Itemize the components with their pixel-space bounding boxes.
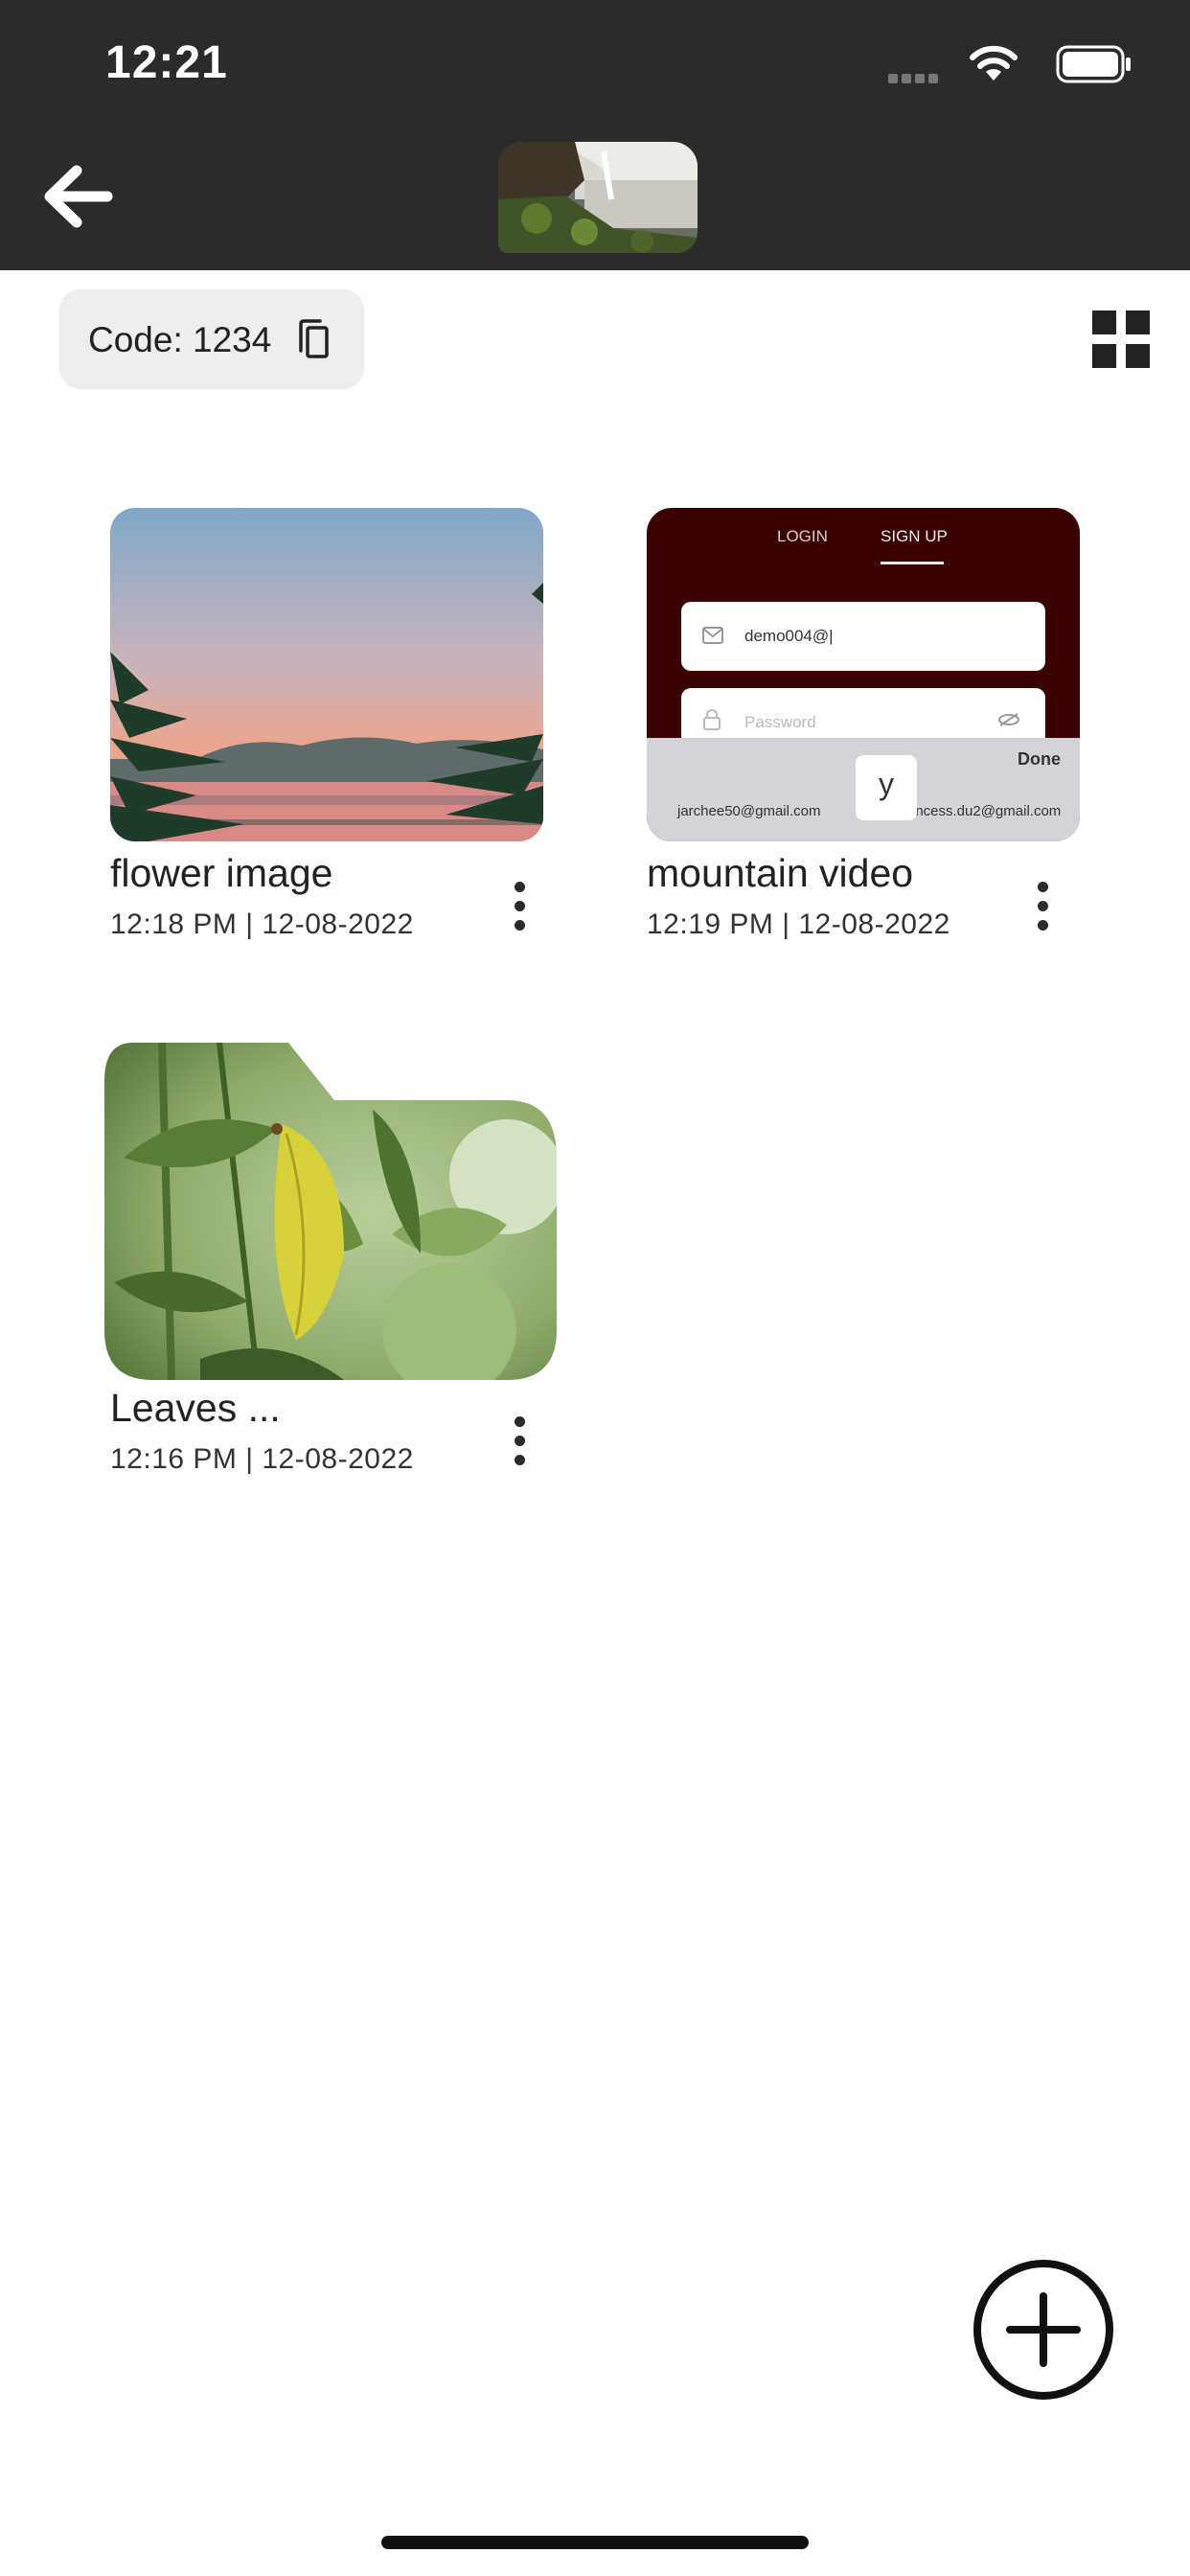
preview-tab-login: LOGIN	[777, 527, 828, 545]
waterfall-thumbnail	[498, 142, 698, 253]
battery-icon	[1056, 45, 1131, 83]
preview-email-value: demo004@|	[744, 627, 834, 645]
signup-screen-video[interactable]: LOGIN SIGN UP demo004@| Password Done ja…	[647, 508, 1080, 841]
sunset-palms-photo[interactable]	[110, 508, 543, 841]
top-bar: 12:21	[0, 0, 1190, 270]
home-indicator[interactable]	[381, 2536, 809, 2549]
status-time: 12:21	[105, 37, 228, 88]
more-vertical-icon[interactable]	[501, 1405, 539, 1478]
media-timestamp: 12:19 PM | 12-08-2022	[647, 908, 950, 940]
preview-keyboard: Done jarchee50@gmail.com rincess.du2@gma…	[647, 738, 1080, 841]
preview-key: y	[856, 755, 917, 820]
room-code-label: Code: 1234	[88, 320, 272, 359]
preview-password-placeholder: Password	[744, 713, 816, 731]
add-button[interactable]	[972, 2258, 1115, 2402]
mail-icon	[702, 627, 723, 644]
media-timestamp: 12:16 PM | 12-08-2022	[110, 1443, 414, 1475]
signal-icon	[888, 71, 946, 83]
eye-off-icon	[998, 713, 1019, 726]
media-title: Leaves ...	[110, 1386, 281, 1430]
grid-view-toggle[interactable]	[1090, 309, 1152, 370]
copy-icon[interactable]	[293, 318, 332, 360]
preview-suggestion-right: rincess.du2@gmail.com	[907, 803, 1062, 819]
back-button[interactable]	[38, 161, 119, 232]
media-card: LOGIN SIGN UP demo004@| Password Done ja…	[647, 508, 1080, 949]
green-leaves-photo[interactable]	[104, 1043, 557, 1380]
media-card: Leaves ... 12:16 PM | 12-08-2022	[104, 1043, 557, 1484]
preview-tab-signup: SIGN UP	[881, 527, 948, 545]
preview-tabs: LOGIN SIGN UP	[647, 527, 1080, 585]
wifi-icon	[970, 45, 1018, 80]
preview-password-field: Password	[681, 688, 1045, 746]
media-timestamp: 12:18 PM | 12-08-2022	[110, 908, 414, 940]
lock-icon	[703, 709, 721, 730]
media-card: flower image 12:18 PM | 12-08-2022	[110, 508, 543, 949]
preview-email-field: demo004@|	[681, 602, 1045, 671]
arrow-left-icon	[44, 165, 113, 228]
media-title: mountain video	[647, 851, 914, 895]
room-code-chip[interactable]: Code: 1234	[59, 289, 364, 389]
preview-done-label: Done	[1018, 749, 1061, 769]
preview-suggestion-left: jarchee50@gmail.com	[677, 803, 821, 819]
more-vertical-icon[interactable]	[1024, 870, 1063, 943]
media-title: flower image	[110, 851, 333, 895]
preview-tab-underline	[881, 562, 944, 564]
more-vertical-icon[interactable]	[501, 870, 539, 943]
add-circle-icon	[973, 2260, 1113, 2400]
